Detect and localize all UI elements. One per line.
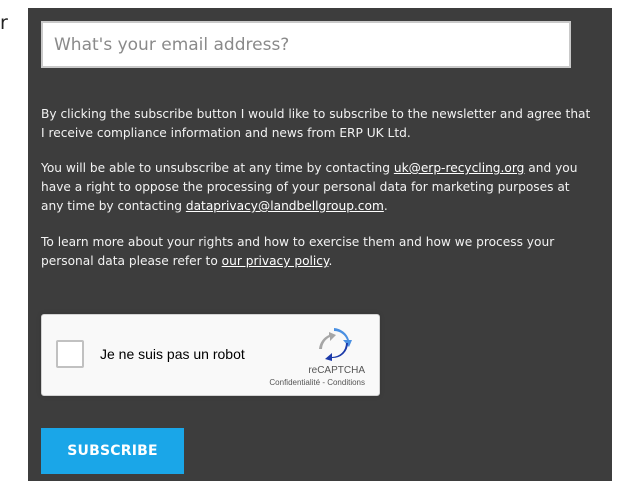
newsletter-panel: By clicking the subscribe button I would… (28, 8, 612, 481)
recaptcha-logo-icon (319, 328, 352, 361)
email-input[interactable] (41, 21, 571, 68)
privacy-text-2: . (328, 254, 333, 268)
unsubscribe-paragraph: You will be able to unsubscribe at any t… (41, 159, 593, 216)
uk-email-link[interactable]: uk@erp-recycling.org (394, 161, 525, 175)
privacy-paragraph: To learn more about your rights and how … (41, 233, 593, 271)
privacy-policy-link[interactable]: our privacy policy (222, 254, 329, 268)
consent-text: By clicking the subscribe button I would… (41, 107, 591, 140)
recaptcha-widget: Je ne suis pas un robot reCAPTCHA Confid… (41, 314, 380, 396)
dataprivacy-email-link[interactable]: dataprivacy@landbellgroup.com (186, 199, 384, 213)
recaptcha-checkbox[interactable] (56, 340, 84, 368)
recaptcha-brand: reCAPTCHA (308, 365, 365, 376)
consent-paragraph: By clicking the subscribe button I would… (41, 105, 593, 143)
unsubscribe-text: You will be able to unsubscribe at any t… (41, 161, 394, 175)
recaptcha-label: Je ne suis pas un robot (100, 346, 245, 362)
recaptcha-terms-link[interactable]: Confidentialité - Conditions (269, 378, 365, 387)
clipped-text-fragment: r (0, 12, 8, 34)
unsubscribe-text-3: . (383, 199, 388, 213)
subscribe-button[interactable]: SUBSCRIBE (41, 428, 184, 474)
